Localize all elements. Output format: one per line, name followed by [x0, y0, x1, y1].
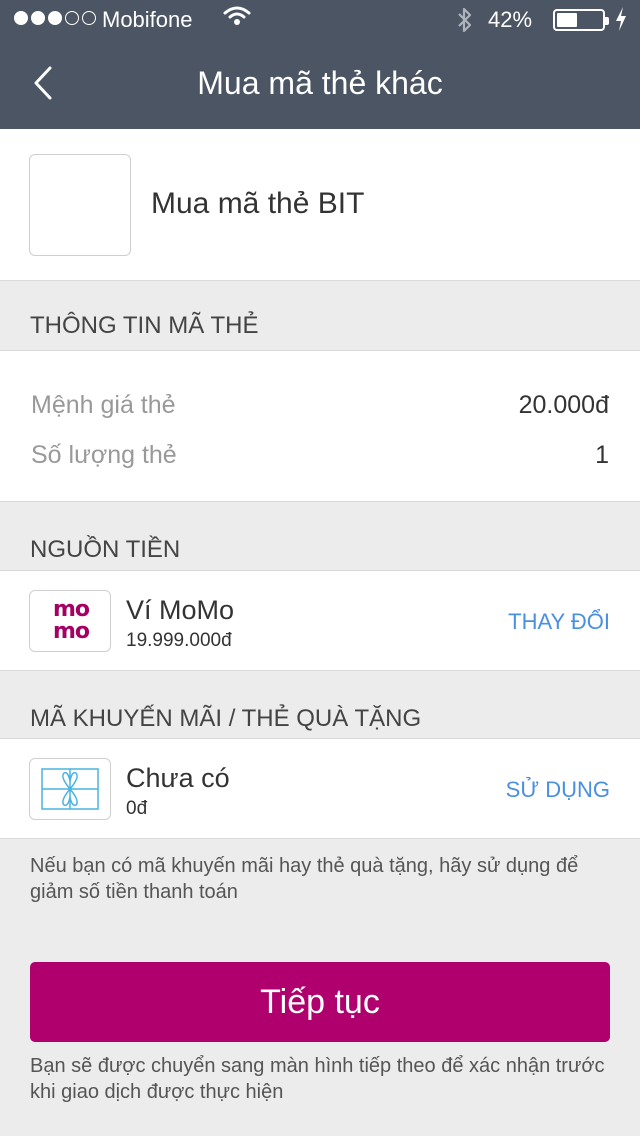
change-source-button[interactable]: THAY ĐỔI [508, 609, 610, 635]
page-title: Mua mã thẻ khác [197, 65, 443, 101]
logo-text-line2: mo [52, 619, 90, 644]
gift-card-icon [29, 758, 111, 820]
promo-name: Chưa có [126, 763, 230, 793]
status-bar: Mobifone 42% [0, 0, 640, 40]
product-thumbnail [29, 154, 131, 256]
logo-text-line1: mo [52, 597, 90, 622]
card-info-section: Mệnh giá thẻ 20.000đ Số lượng thẻ 1 [0, 350, 640, 502]
product-row: Mua mã thẻ BIT [0, 129, 640, 281]
funding-source-row[interactable]: mo mo Ví MoMo 19.999.000đ THAY ĐỔI [0, 570, 640, 671]
bluetooth-icon [456, 6, 474, 40]
top-bar: Mobifone 42% Mua mã thẻ khác [0, 0, 640, 129]
back-button[interactable] [20, 54, 70, 112]
signal-strength-icon [14, 11, 96, 25]
promo-row[interactable]: Chưa có 0đ SỬ DỤNG [0, 738, 640, 839]
momo-logo-icon: mo mo [29, 590, 111, 652]
denomination-label: Mệnh giá thẻ [31, 391, 176, 419]
carrier-name: Mobifone [102, 7, 193, 32]
continue-note: Bạn sẽ được chuyển sang màn hình tiếp th… [30, 1055, 605, 1103]
use-promo-button[interactable]: SỬ DỤNG [506, 777, 610, 803]
navigation-bar: Mua mã thẻ khác [0, 40, 640, 129]
product-name: Mua mã thẻ BIT [151, 187, 365, 220]
denomination-value: 20.000đ [518, 391, 609, 419]
quantity-label: Số lượng thẻ [31, 441, 177, 469]
promo-amount: 0đ [126, 798, 148, 819]
promo-header: MÃ KHUYẾN MÃI / THẺ QUÀ TẶNG [30, 705, 422, 732]
battery-icon [553, 9, 609, 31]
card-info-header: THÔNG TIN MÃ THẺ [30, 312, 259, 339]
charging-icon [614, 5, 628, 39]
battery-percent: 42% [488, 7, 533, 32]
funding-source-header: NGUỒN TIỀN [30, 536, 181, 563]
funding-source-name: Ví MoMo [126, 595, 235, 625]
wifi-icon [223, 5, 251, 33]
quantity-value: 1 [595, 441, 609, 469]
chevron-left-icon [34, 66, 52, 100]
promo-note: Nếu bạn có mã khuyến mãi hay thẻ quà tặn… [30, 855, 579, 903]
continue-button[interactable]: Tiếp tục [30, 962, 610, 1042]
funding-source-balance: 19.999.000đ [126, 630, 232, 651]
